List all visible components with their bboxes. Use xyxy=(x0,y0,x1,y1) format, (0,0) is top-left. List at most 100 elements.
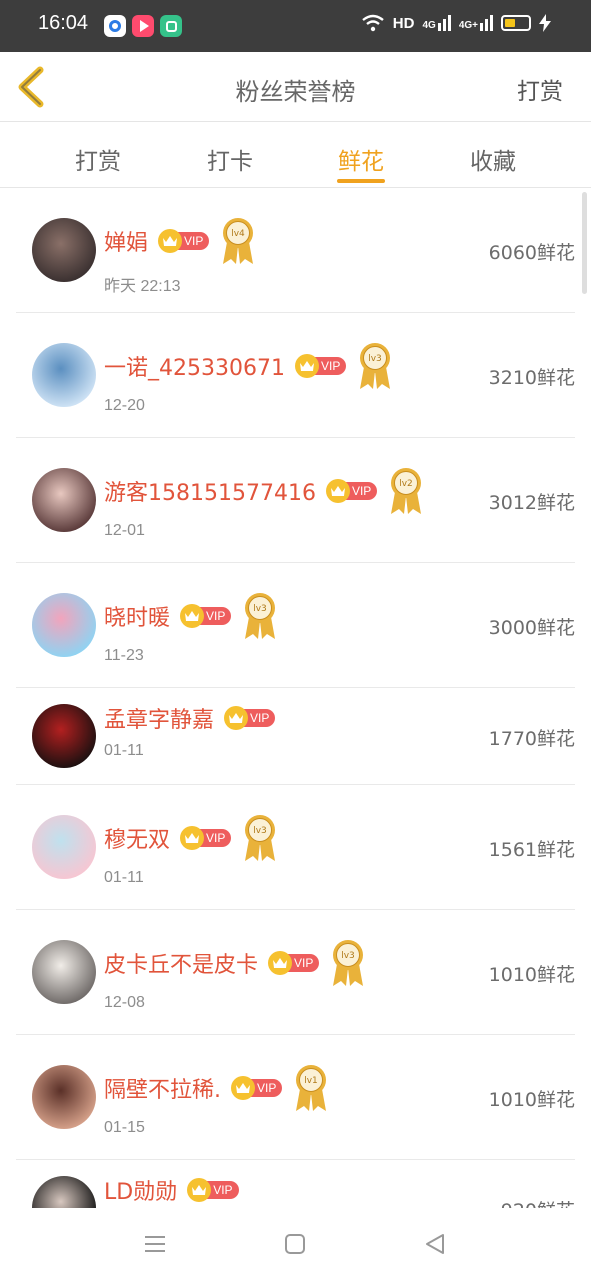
status-bar: 16:04 HD 4G 4G+ xyxy=(0,0,591,52)
fan-row[interactable]: 隔壁不拉稀. VIP lv1 01-15 1010鲜花 xyxy=(16,1035,575,1160)
svg-text:lv3: lv3 xyxy=(369,354,383,364)
avatar[interactable] xyxy=(32,704,96,768)
fan-row[interactable]: 穆无双 VIP lv3 01-11 1561鲜花 xyxy=(16,785,575,910)
vip-badge: VIP xyxy=(158,229,210,253)
level-medal-icon: lv3 xyxy=(241,591,279,641)
fan-name[interactable]: 游客158151577416 xyxy=(104,475,316,507)
menu-icon[interactable] xyxy=(141,1230,169,1258)
svg-text:lv3: lv3 xyxy=(254,604,268,614)
fan-date: 12-01 xyxy=(104,522,145,539)
battery-icon xyxy=(501,15,531,31)
crown-icon xyxy=(268,951,293,975)
charging-icon xyxy=(539,14,551,32)
crown-icon xyxy=(224,706,249,730)
reward-button[interactable]: 打赏 xyxy=(517,72,563,106)
svg-text:lv1: lv1 xyxy=(305,1076,319,1086)
hd-label: HD xyxy=(392,14,415,32)
fan-row[interactable]: 一诺_425330671 VIP lv3 12-20 3210鲜花 xyxy=(16,313,575,438)
vip-badge: VIP xyxy=(231,1076,283,1100)
avatar[interactable] xyxy=(32,593,96,657)
home-icon[interactable] xyxy=(281,1230,309,1258)
fan-name[interactable]: 婵娟 xyxy=(104,225,148,257)
fan-score: 3210鲜花 xyxy=(488,367,575,389)
video-app-icon xyxy=(132,15,154,37)
fan-date: 01-11 xyxy=(104,742,144,759)
avatar[interactable] xyxy=(32,815,96,879)
fan-name[interactable]: 晓时暖 xyxy=(104,600,170,632)
page-title: 粉丝荣誉榜 xyxy=(235,78,356,106)
status-indicators: HD 4G 4G+ xyxy=(361,14,551,32)
crown-icon xyxy=(325,479,350,503)
fan-name[interactable]: LD勋勋 xyxy=(104,1174,177,1206)
crown-icon xyxy=(158,229,183,253)
vip-badge: VIP xyxy=(187,1178,239,1202)
tab-reward[interactable]: 打赏 xyxy=(53,142,143,176)
fan-name-line: 婵娟 VIP lv4 xyxy=(104,216,257,266)
wifi-icon xyxy=(362,14,384,32)
level-medal-icon: lv3 xyxy=(356,341,394,391)
fan-date: 12-20 xyxy=(104,397,145,414)
fan-row[interactable]: LD勋勋 VIP 920鲜花 xyxy=(16,1160,575,1208)
crown-icon xyxy=(294,354,319,378)
level-medal-icon: lv4 xyxy=(219,216,257,266)
fan-name[interactable]: 一诺_425330671 xyxy=(104,350,285,382)
tab-favorites[interactable]: 收藏 xyxy=(448,142,538,176)
tab-flowers[interactable]: 鲜花 xyxy=(316,142,406,176)
fan-name-line: 晓时暖 VIP lv3 xyxy=(104,591,279,641)
vip-badge: VIP xyxy=(325,479,378,503)
fan-name-line: 穆无双 VIP lv3 xyxy=(104,813,279,863)
level-medal-icon: lv3 xyxy=(241,813,279,863)
vip-badge: VIP xyxy=(180,604,232,628)
fan-name-line: 游客158151577416 VIP lv2 xyxy=(104,466,425,516)
fan-score: 3000鲜花 xyxy=(488,617,575,639)
avatar[interactable] xyxy=(32,343,96,407)
scrollbar[interactable] xyxy=(582,192,587,294)
fan-date: 01-11 xyxy=(104,869,144,886)
fan-name[interactable]: 隔壁不拉稀. xyxy=(104,1072,221,1104)
fan-row[interactable]: 皮卡丘不是皮卡 VIP lv3 12-08 1010鲜花 xyxy=(16,910,575,1035)
avatar[interactable] xyxy=(32,1176,96,1208)
svg-text:lv3: lv3 xyxy=(254,826,268,836)
tab-checkin[interactable]: 打卡 xyxy=(185,142,275,176)
signal-4g-plus-icon: 4G+ xyxy=(459,15,493,31)
vip-badge: VIP xyxy=(268,951,320,975)
fan-score: 920鲜花 xyxy=(501,1196,575,1208)
fan-name-line: 一诺_425330671 VIP lv3 xyxy=(104,341,394,391)
svg-text:lv4: lv4 xyxy=(232,229,246,239)
fan-date: 01-15 xyxy=(104,1119,145,1136)
app-notification-icon xyxy=(104,15,126,37)
fan-name[interactable]: 穆无双 xyxy=(104,822,170,854)
fan-row[interactable]: 婵娟 VIP lv4 昨天 22:13 6060鲜花 xyxy=(16,188,575,313)
fan-score: 1010鲜花 xyxy=(488,1089,575,1111)
fan-date: 昨天 22:13 xyxy=(104,278,181,295)
svg-text:lv3: lv3 xyxy=(342,951,356,961)
tab-active-indicator xyxy=(337,179,385,183)
crown-icon xyxy=(231,1076,255,1100)
tab-bar: 打赏 打卡 鲜花 收藏 xyxy=(0,122,591,188)
avatar[interactable] xyxy=(32,218,96,282)
top-header: 粉丝荣誉榜 打赏 xyxy=(0,52,591,122)
fan-score: 1770鲜花 xyxy=(488,728,575,750)
fan-name[interactable]: 皮卡丘不是皮卡 xyxy=(104,947,258,979)
vip-badge: VIP xyxy=(180,826,232,850)
crown-icon xyxy=(180,826,205,850)
fan-row[interactable]: 孟章字静嘉 VIP 01-11 1770鲜花 xyxy=(16,688,575,785)
level-medal-icon: lv1 xyxy=(292,1063,330,1113)
avatar[interactable] xyxy=(32,468,96,532)
fan-ranking-list: 婵娟 VIP lv4 昨天 22:13 6060鲜花 一诺_425330671 VIP lv3… xyxy=(0,188,591,1208)
level-medal-icon: lv3 xyxy=(329,938,367,988)
fan-row[interactable]: 晓时暖 VIP lv3 11-23 3000鲜花 xyxy=(16,563,575,688)
chat-app-icon xyxy=(160,15,182,37)
status-time: 16:04 xyxy=(38,12,89,34)
fan-name[interactable]: 孟章字静嘉 xyxy=(104,702,214,734)
fan-date: 12-08 xyxy=(104,994,145,1011)
fan-name-line: 孟章字静嘉 VIP xyxy=(104,702,276,734)
fan-name-line: 隔壁不拉稀. VIP lv1 xyxy=(104,1063,330,1113)
avatar[interactable] xyxy=(32,940,96,1004)
avatar[interactable] xyxy=(32,1065,96,1129)
back-icon[interactable] xyxy=(421,1230,449,1258)
fan-score: 3012鲜花 xyxy=(488,492,575,514)
crown-icon xyxy=(180,604,205,628)
fan-row[interactable]: 游客158151577416 VIP lv2 12-01 3012鲜花 xyxy=(16,438,575,563)
signal-4g-icon: 4G xyxy=(422,15,451,31)
